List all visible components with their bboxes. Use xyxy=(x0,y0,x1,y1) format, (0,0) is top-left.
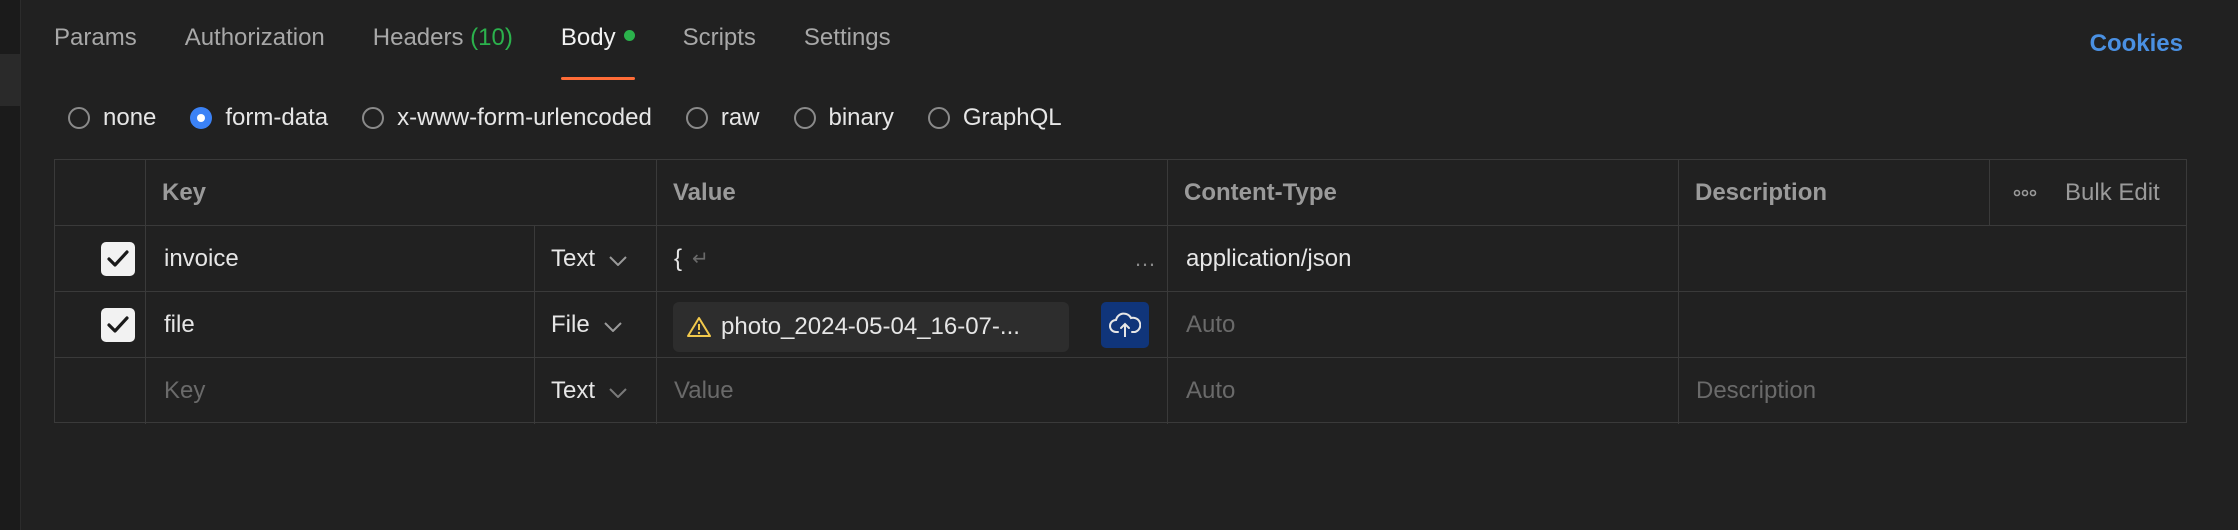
type-dropdown[interactable]: Text xyxy=(551,358,627,424)
value-input-placeholder[interactable]: Value xyxy=(674,358,734,424)
more-options-icon[interactable] xyxy=(2013,160,2037,225)
cookies-link[interactable]: Cookies xyxy=(2090,30,2183,58)
file-chip[interactable]: photo_2024-05-04_16-07-... xyxy=(673,302,1069,352)
checkbox-checked[interactable] xyxy=(101,241,135,276)
table-row: file File photo_2024-05-04_16-07-... Aut… xyxy=(55,292,2186,358)
row-checkbox[interactable] xyxy=(101,226,135,291)
header-content-type: Content-Type xyxy=(1184,178,1337,206)
content-type-cell[interactable]: application/json xyxy=(1186,226,1351,291)
radio-circle xyxy=(927,107,950,129)
form-data-table: Key Value Content-Type Description Bulk … xyxy=(54,159,2187,424)
radio-none[interactable]: none xyxy=(68,104,156,132)
header-value: Value xyxy=(673,178,736,206)
radio-form-data[interactable]: form-data xyxy=(190,104,328,132)
table-row: invoice Text { ↵ … application/json xyxy=(55,226,2186,292)
left-sidebar-edge xyxy=(0,0,21,530)
tab-body[interactable]: Body xyxy=(560,24,635,80)
tab-settings[interactable]: Settings xyxy=(804,24,891,80)
chevron-down-icon xyxy=(609,245,627,273)
radio-circle xyxy=(68,107,90,129)
tab-authorization[interactable]: Authorization xyxy=(185,24,325,80)
warning-icon xyxy=(687,316,711,338)
radio-raw[interactable]: raw xyxy=(685,104,760,132)
body-modified-dot xyxy=(623,30,635,42)
radio-circle xyxy=(685,107,708,129)
expand-ellipsis-icon[interactable]: … xyxy=(1134,246,1156,272)
radio-circle-checked xyxy=(190,107,213,129)
key-cell[interactable]: file xyxy=(164,292,195,357)
cloud-upload-icon xyxy=(1109,311,1141,339)
body-type-selector: none form-data x-www-form-urlencoded raw… xyxy=(68,100,1096,136)
type-dropdown[interactable]: File xyxy=(551,292,622,357)
row-checkbox[interactable] xyxy=(101,292,135,357)
sidebar-selected-item[interactable] xyxy=(0,54,20,106)
key-input-placeholder[interactable]: Key xyxy=(164,358,205,424)
key-cell[interactable]: invoice xyxy=(164,226,239,291)
radio-circle xyxy=(793,107,816,129)
header-description: Description xyxy=(1695,178,1828,206)
bulk-edit-button[interactable]: Bulk Edit xyxy=(2065,160,2160,225)
type-dropdown[interactable]: Text xyxy=(551,226,627,291)
tab-scripts[interactable]: Scripts xyxy=(683,24,756,80)
header-key: Key xyxy=(162,178,207,206)
radio-binary[interactable]: binary xyxy=(793,104,894,132)
table-header-row: Key Value Content-Type Description Bulk … xyxy=(55,160,2186,226)
file-name: photo_2024-05-04_16-07-... xyxy=(721,313,1020,340)
chevron-down-icon xyxy=(603,311,622,339)
newline-icon: ↵ xyxy=(692,248,709,270)
radio-x-www-form-urlencoded[interactable]: x-www-form-urlencoded xyxy=(362,104,652,132)
upload-cloud-button[interactable] xyxy=(1101,302,1149,348)
headers-count: (10) xyxy=(470,24,513,51)
tab-params[interactable]: Params xyxy=(54,24,137,80)
content-type-input-placeholder[interactable]: Auto xyxy=(1186,358,1235,424)
radio-graphql[interactable]: GraphQL xyxy=(927,104,1062,132)
checkbox-checked[interactable] xyxy=(101,307,135,342)
tab-headers[interactable]: Headers (10) xyxy=(373,24,513,80)
radio-circle xyxy=(362,107,385,129)
description-input-placeholder[interactable]: Description xyxy=(1696,358,1816,424)
content-type-cell[interactable]: Auto xyxy=(1186,292,1235,357)
value-cell[interactable]: { ↵ … xyxy=(674,226,1164,291)
chevron-down-icon xyxy=(609,377,627,405)
table-row-new: Key Text Value Auto Description xyxy=(55,358,2186,424)
request-tabs: Params Authorization Headers (10) Body S… xyxy=(54,24,939,80)
